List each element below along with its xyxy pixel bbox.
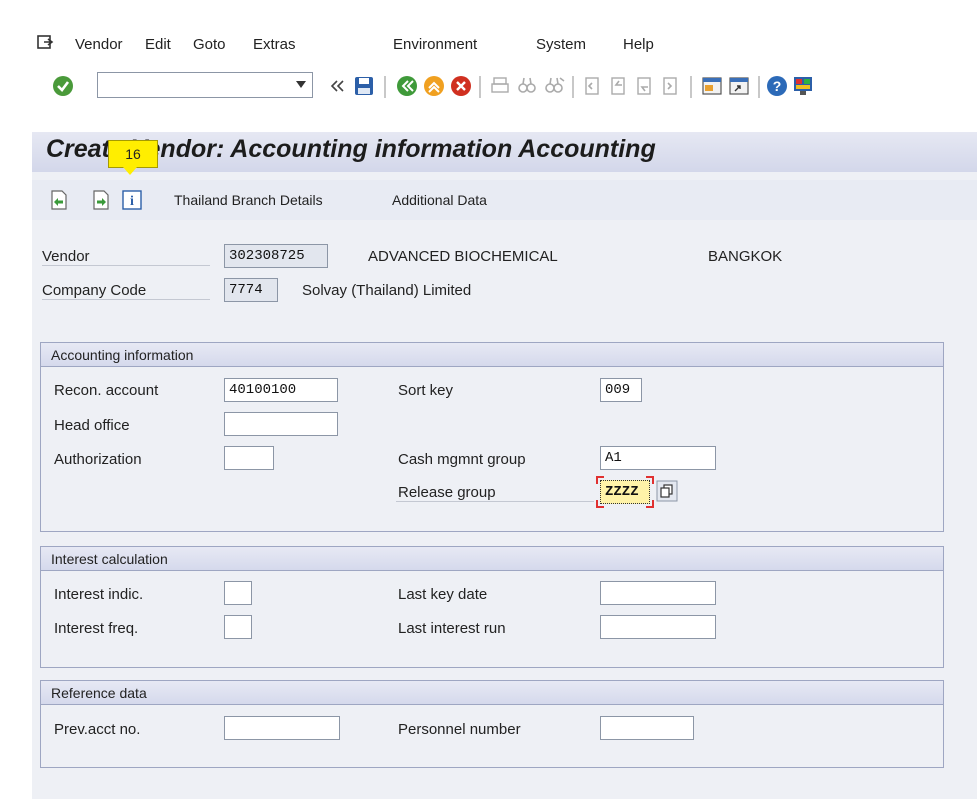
prev-acct-no-field[interactable]: [224, 716, 340, 740]
vendor-city: BANGKOK: [708, 248, 783, 265]
value-help-icon[interactable]: [656, 480, 678, 502]
command-dropdown-icon[interactable]: [296, 81, 306, 89]
authorization-field[interactable]: [224, 446, 274, 470]
vendor-name: ADVANCED BIOCHEMICAL: [368, 248, 558, 265]
vendor-number-field[interactable]: 302308725: [224, 244, 328, 268]
accounting-information-group: Accounting information: [40, 342, 944, 532]
svg-text:?: ?: [773, 78, 782, 94]
personnel-number-field[interactable]: [600, 716, 694, 740]
application-toolbar: i Thailand Branch Details Additional Dat…: [32, 180, 977, 220]
prev-acct-no-label: Prev.acct no.: [54, 721, 141, 738]
reference-data-title: Reference data: [41, 681, 943, 705]
step-tooltip: 16: [108, 140, 158, 175]
interest-calculation-title: Interest calculation: [41, 547, 943, 571]
save-icon[interactable]: [353, 75, 375, 97]
find-next-icon[interactable]: [543, 75, 565, 97]
cash-mgmt-group-field[interactable]: A1: [600, 446, 716, 470]
recon-account-label: Recon. account: [54, 382, 159, 399]
command-field[interactable]: [97, 72, 313, 98]
cash-mgmt-group-label: Cash mgmnt group: [398, 451, 526, 468]
recon-account-field[interactable]: 40100100: [224, 378, 338, 402]
enter-icon[interactable]: [52, 75, 74, 97]
menu-help[interactable]: Help: [623, 36, 654, 53]
head-office-field[interactable]: [224, 412, 338, 436]
company-name: Solvay (Thailand) Limited: [302, 282, 472, 299]
shortcut-icon[interactable]: [728, 75, 750, 97]
cancel-icon[interactable]: [450, 75, 472, 97]
interest-indic-field[interactable]: [224, 581, 252, 605]
thailand-branch-details-button[interactable]: Thailand Branch Details: [174, 192, 323, 208]
menu-vendor[interactable]: Vendor: [75, 36, 123, 53]
company-code-field[interactable]: 7774: [224, 278, 278, 302]
standard-toolbar: ?: [0, 60, 977, 120]
interest-calculation-group: Interest calculation: [40, 546, 944, 668]
sort-key-field[interactable]: 009: [600, 378, 642, 402]
print-icon[interactable]: [489, 75, 511, 97]
menu-environment[interactable]: Environment: [393, 36, 477, 53]
sort-key-label: Sort key: [398, 382, 454, 399]
menu-entry-icon[interactable]: [36, 34, 54, 52]
last-page-icon[interactable]: [660, 75, 682, 97]
additional-data-button[interactable]: Additional Data: [392, 192, 487, 208]
last-interest-run-label: Last interest run: [398, 620, 506, 637]
new-session-icon[interactable]: [701, 75, 723, 97]
first-page-icon[interactable]: [582, 75, 604, 97]
last-interest-run-field[interactable]: [600, 615, 716, 639]
head-office-label: Head office: [54, 417, 130, 434]
menu-edit[interactable]: Edit: [145, 36, 171, 53]
layout-icon[interactable]: [792, 75, 814, 97]
back-icon[interactable]: [396, 75, 418, 97]
next-page-icon[interactable]: [634, 75, 656, 97]
personnel-number-label: Personnel number: [398, 721, 521, 738]
last-key-date-field[interactable]: [600, 581, 716, 605]
menu-system[interactable]: System: [536, 36, 586, 53]
release-group-label: Release group: [396, 484, 594, 502]
previous-page-icon[interactable]: [608, 75, 630, 97]
menu-extras[interactable]: Extras: [253, 36, 296, 53]
interest-freq-label: Interest freq.: [54, 620, 139, 637]
required-field-marker: [596, 476, 654, 508]
interest-indic-label: Interest indic.: [54, 586, 144, 603]
company-code-label: Company Code: [42, 282, 210, 300]
help-icon[interactable]: ?: [766, 75, 788, 97]
authorization-label: Authorization: [54, 451, 142, 468]
next-screen-icon[interactable]: [92, 190, 110, 210]
find-icon[interactable]: [516, 75, 538, 97]
menu-bar: Vendor Edit Goto Extras Environment Syst…: [0, 28, 977, 60]
vendor-label: Vendor: [42, 248, 210, 266]
collapse-icon[interactable]: [326, 75, 348, 97]
previous-screen-icon[interactable]: [50, 190, 68, 210]
interest-freq-field[interactable]: [224, 615, 252, 639]
info-icon[interactable]: i: [122, 190, 142, 210]
svg-text:i: i: [130, 194, 134, 209]
accounting-information-title: Accounting information: [41, 343, 943, 367]
exit-icon[interactable]: [423, 75, 445, 97]
last-key-date-label: Last key date: [398, 586, 488, 603]
menu-goto[interactable]: Goto: [193, 36, 226, 53]
